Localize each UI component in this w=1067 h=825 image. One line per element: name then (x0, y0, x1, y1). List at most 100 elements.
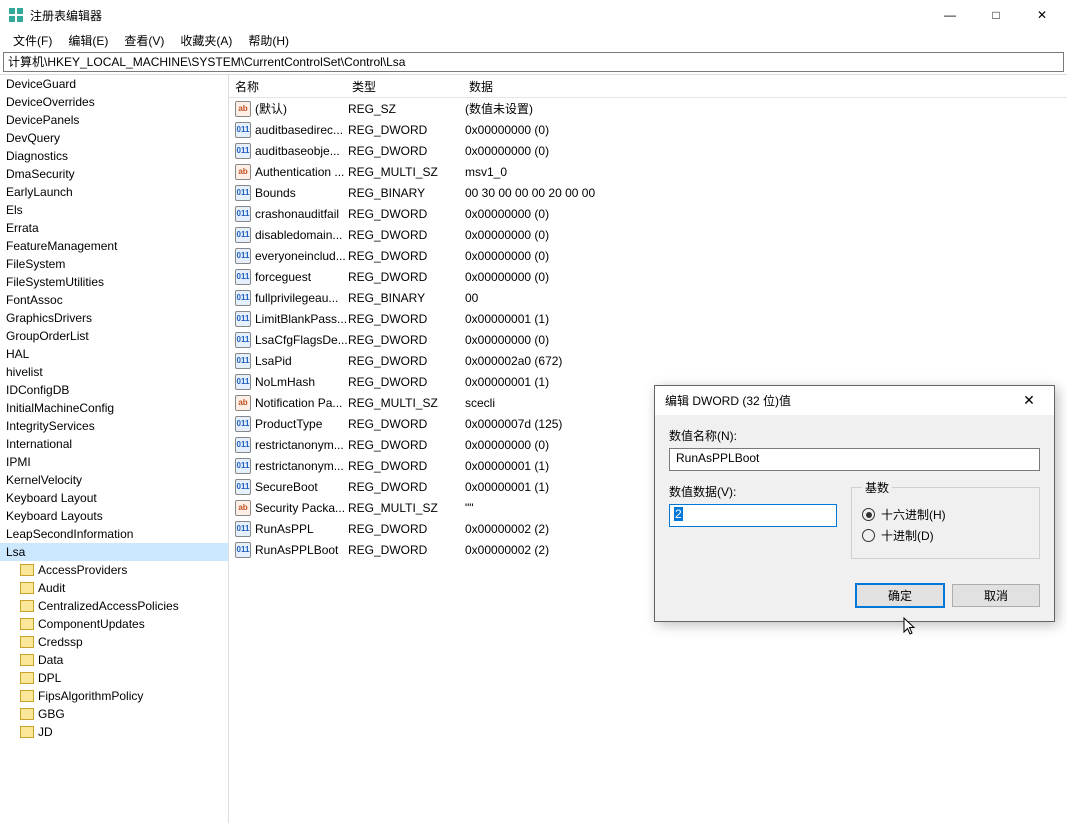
list-row[interactable]: 011fullprivilegeau...REG_BINARY00 (229, 287, 1067, 308)
list-row[interactable]: 011LsaPidREG_DWORD0x000002a0 (672) (229, 350, 1067, 371)
list-row[interactable]: abAuthentication ...REG_MULTI_SZmsv1_0 (229, 161, 1067, 182)
tree-item[interactable]: IDConfigDB (0, 381, 228, 399)
list-row[interactable]: 011forceguestREG_DWORD0x00000000 (0) (229, 266, 1067, 287)
tree-item-label: Credssp (38, 635, 83, 649)
value-name: LimitBlankPass... (255, 312, 348, 326)
list-row[interactable]: 011auditbasedirec...REG_DWORD0x00000000 … (229, 119, 1067, 140)
tree-item[interactable]: GBG (0, 705, 228, 723)
tree-item[interactable]: Keyboard Layout (0, 489, 228, 507)
radio-hex[interactable] (862, 508, 875, 521)
tree-item[interactable]: Diagnostics (0, 147, 228, 165)
list-row[interactable]: ab(默认)REG_SZ(数值未设置) (229, 98, 1067, 119)
cancel-button[interactable]: 取消 (952, 584, 1040, 607)
tree-item-label: IPMI (6, 455, 31, 469)
value-type: REG_DWORD (348, 270, 465, 284)
tree-item[interactable]: International (0, 435, 228, 453)
tree-item[interactable]: HAL (0, 345, 228, 363)
tree-item[interactable]: InitialMachineConfig (0, 399, 228, 417)
tree-item[interactable]: EarlyLaunch (0, 183, 228, 201)
list-row[interactable]: 011BoundsREG_BINARY00 30 00 00 00 20 00 … (229, 182, 1067, 203)
tree-item[interactable]: LeapSecondInformation (0, 525, 228, 543)
value-type: REG_DWORD (348, 249, 465, 263)
tree-item[interactable]: DevQuery (0, 129, 228, 147)
tree-item-label: DmaSecurity (6, 167, 75, 181)
menu-help[interactable]: 帮助(H) (240, 30, 297, 51)
tree-item-label: Data (38, 653, 63, 667)
menu-edit[interactable]: 编辑(E) (60, 30, 116, 51)
radio-dec-row[interactable]: 十进制(D) (862, 527, 1029, 544)
binary-value-icon: 011 (235, 521, 251, 537)
radio-dec[interactable] (862, 529, 875, 542)
tree-item[interactable]: DeviceGuard (0, 75, 228, 93)
string-value-icon: ab (235, 101, 251, 117)
address-bar[interactable]: 计算机\HKEY_LOCAL_MACHINE\SYSTEM\CurrentCon… (3, 52, 1064, 72)
tree-item-label: Keyboard Layouts (6, 509, 103, 523)
value-data: msv1_0 (465, 165, 1067, 179)
tree-item[interactable]: DmaSecurity (0, 165, 228, 183)
tree-item[interactable]: GraphicsDrivers (0, 309, 228, 327)
tree-item-label: DPL (38, 671, 61, 685)
tree-item[interactable]: Els (0, 201, 228, 219)
tree-item[interactable]: FontAssoc (0, 291, 228, 309)
list-row[interactable]: 011everyoneinclud...REG_DWORD0x00000000 … (229, 245, 1067, 266)
ok-button[interactable]: 确定 (856, 584, 944, 607)
tree-item[interactable]: Audit (0, 579, 228, 597)
tree-item[interactable]: DPL (0, 669, 228, 687)
binary-value-icon: 011 (235, 542, 251, 558)
tree-item[interactable]: IntegrityServices (0, 417, 228, 435)
value-type: REG_BINARY (348, 186, 465, 200)
tree-item[interactable]: AccessProviders (0, 561, 228, 579)
maximize-button[interactable]: □ (973, 0, 1019, 30)
value-name: restrictanonym... (255, 459, 348, 473)
tree-item[interactable]: KernelVelocity (0, 471, 228, 489)
radio-dec-label: 十进制(D) (881, 527, 934, 544)
radio-hex-row[interactable]: 十六进制(H) (862, 506, 1029, 523)
tree-item[interactable]: IPMI (0, 453, 228, 471)
value-data-input[interactable]: 2 (669, 504, 837, 527)
tree-item[interactable]: Lsa (0, 543, 228, 561)
col-name[interactable]: 名称 (229, 75, 346, 98)
tree-item[interactable]: JD (0, 723, 228, 741)
tree-item[interactable]: DevicePanels (0, 111, 228, 129)
tree-item-label: FipsAlgorithmPolicy (38, 689, 143, 703)
dialog-close-button[interactable]: ✕ (1014, 392, 1044, 409)
binary-value-icon: 011 (235, 374, 251, 390)
tree-item-label: HAL (6, 347, 29, 361)
tree-item[interactable]: DeviceOverrides (0, 93, 228, 111)
tree-item[interactable]: CentralizedAccessPolicies (0, 597, 228, 615)
tree-item-label: CentralizedAccessPolicies (38, 599, 179, 613)
close-button[interactable]: ✕ (1019, 0, 1065, 30)
tree-item[interactable]: Errata (0, 219, 228, 237)
list-row[interactable]: 011disabledomain...REG_DWORD0x00000000 (… (229, 224, 1067, 245)
menu-file[interactable]: 文件(F) (5, 30, 60, 51)
key-tree[interactable]: DeviceGuardDeviceOverridesDevicePanelsDe… (0, 75, 229, 823)
tree-item[interactable]: GroupOrderList (0, 327, 228, 345)
menu-favorites[interactable]: 收藏夹(A) (172, 30, 240, 51)
tree-item[interactable]: Keyboard Layouts (0, 507, 228, 525)
folder-icon (20, 582, 34, 594)
tree-item[interactable]: Credssp (0, 633, 228, 651)
value-data: 0x00000000 (0) (465, 228, 1067, 242)
tree-item[interactable]: ComponentUpdates (0, 615, 228, 633)
list-header: 名称 类型 数据 (229, 75, 1067, 98)
list-row[interactable]: 011LimitBlankPass...REG_DWORD0x00000001 … (229, 308, 1067, 329)
tree-item-label: Keyboard Layout (6, 491, 97, 505)
binary-value-icon: 011 (235, 227, 251, 243)
tree-item[interactable]: hivelist (0, 363, 228, 381)
list-row[interactable]: 011crashonauditfailREG_DWORD0x00000000 (… (229, 203, 1067, 224)
col-type[interactable]: 类型 (346, 75, 463, 98)
value-type: REG_MULTI_SZ (348, 501, 465, 515)
list-row[interactable]: 011LsaCfgFlagsDe...REG_DWORD0x00000000 (… (229, 329, 1067, 350)
tree-item[interactable]: Data (0, 651, 228, 669)
binary-value-icon: 011 (235, 122, 251, 138)
list-row[interactable]: 011auditbaseobje...REG_DWORD0x00000000 (… (229, 140, 1067, 161)
value-name: disabledomain... (255, 228, 348, 242)
tree-item[interactable]: FipsAlgorithmPolicy (0, 687, 228, 705)
tree-item[interactable]: FeatureManagement (0, 237, 228, 255)
minimize-button[interactable]: — (927, 0, 973, 30)
tree-item[interactable]: FileSystem (0, 255, 228, 273)
tree-item[interactable]: FileSystemUtilities (0, 273, 228, 291)
value-name-input[interactable]: RunAsPPLBoot (669, 448, 1040, 471)
menu-view[interactable]: 查看(V) (116, 30, 172, 51)
col-data[interactable]: 数据 (463, 75, 1067, 98)
